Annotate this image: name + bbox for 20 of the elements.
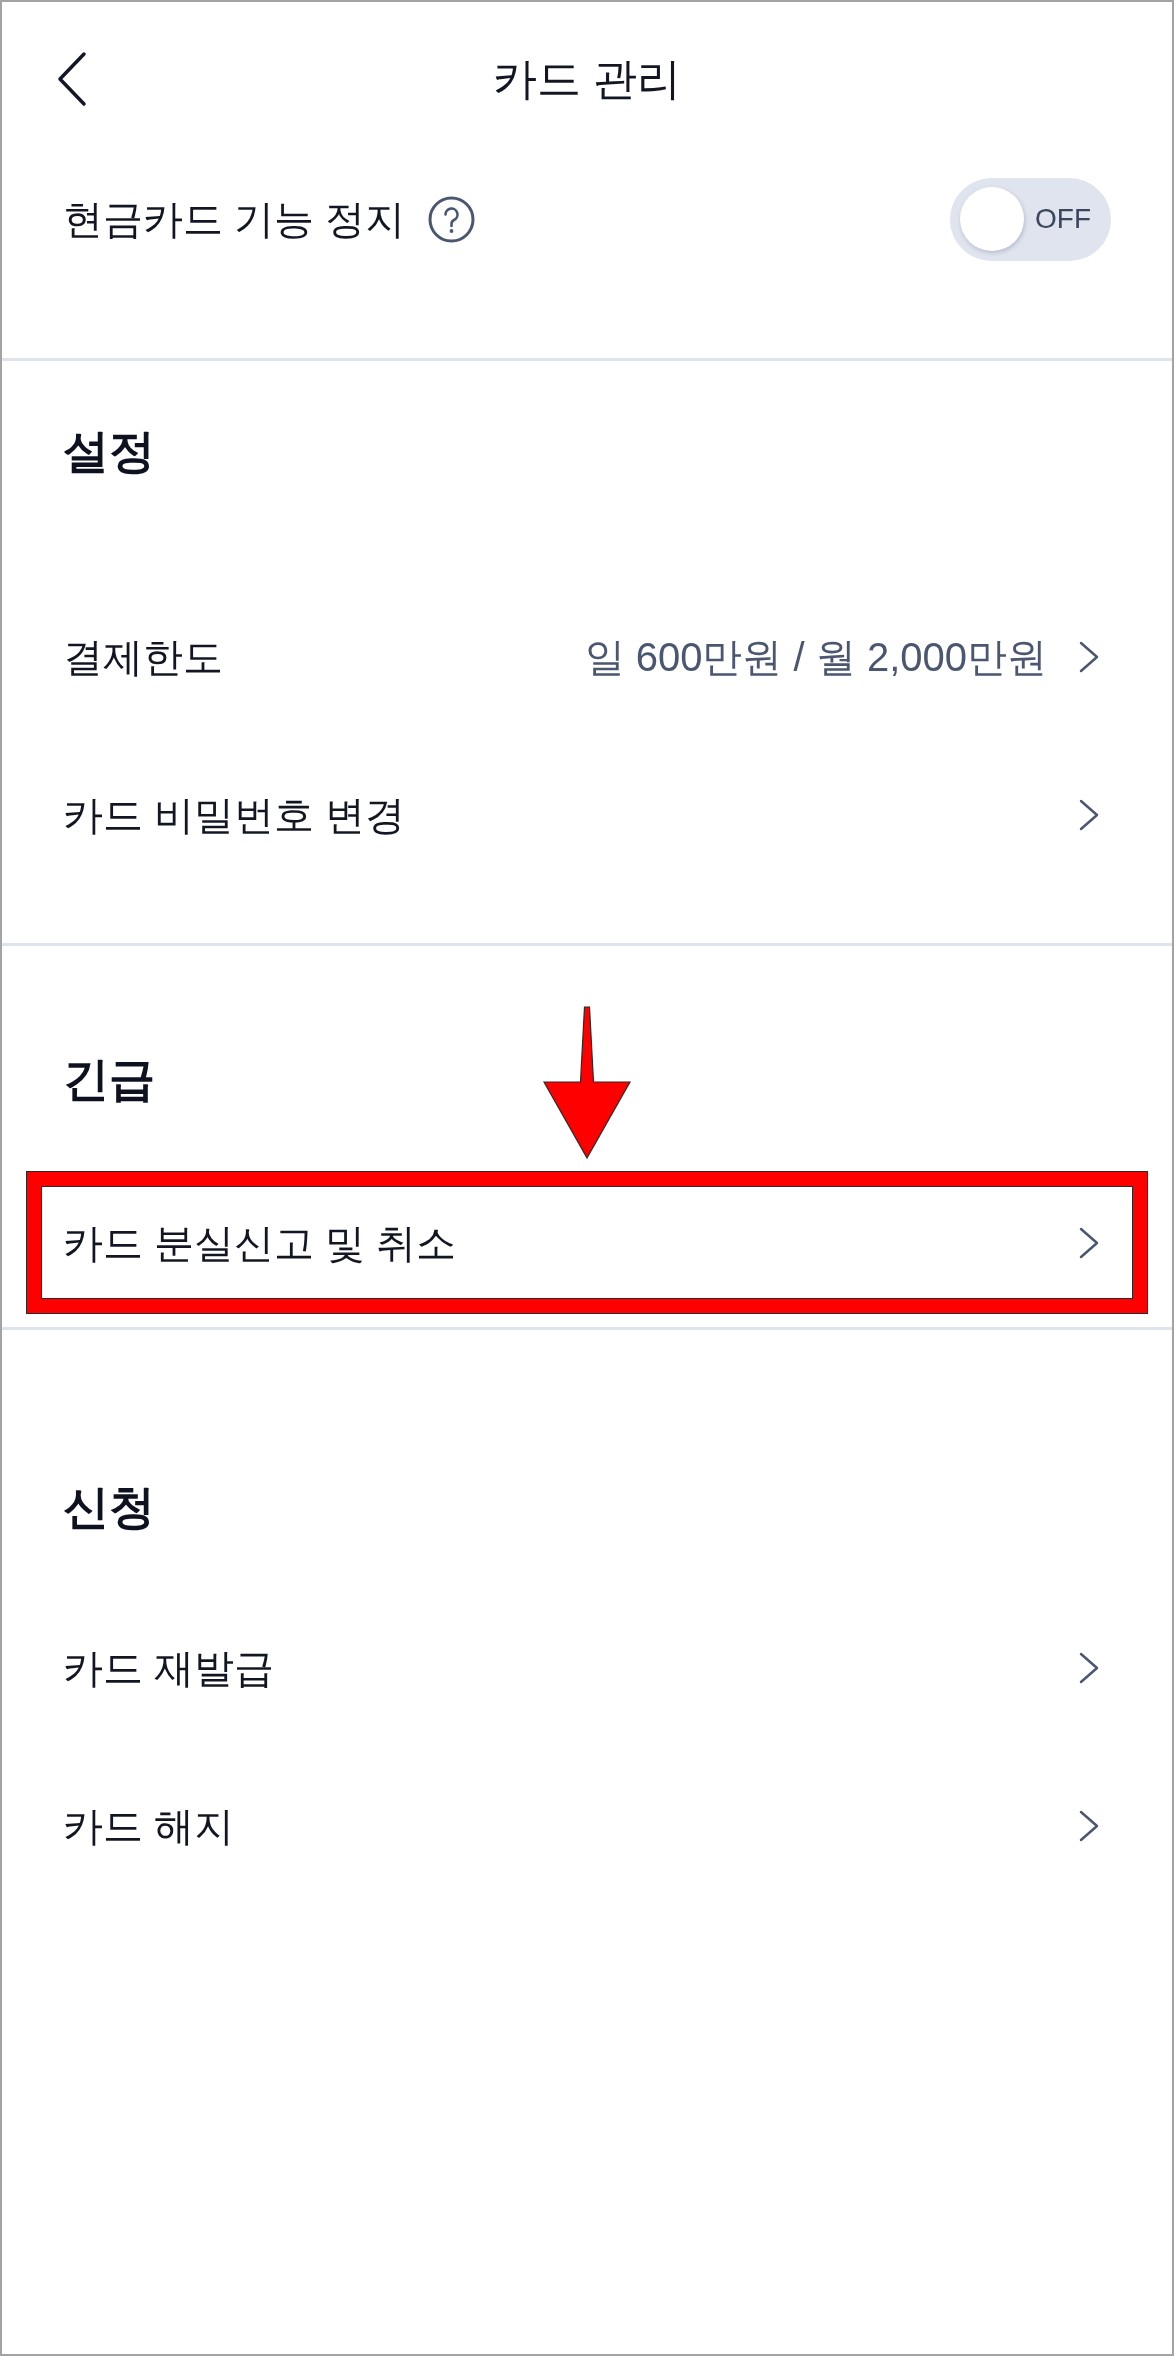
toggle-knob	[960, 187, 1024, 251]
help-icon[interactable]	[428, 195, 476, 243]
chevron-right-icon	[1078, 799, 1100, 831]
item-value: 일 600만원 / 월 2,000만원	[584, 634, 1047, 681]
menu-item[interactable]: 카드 해지	[2, 1747, 1172, 1905]
page-title: 카드 관리	[492, 53, 682, 105]
chevron-right-icon	[1078, 1652, 1100, 1684]
menu-item[interactable]: 결제한도 일 600만원 / 월 2,000만원	[2, 578, 1172, 736]
menu-item[interactable]: 카드 비밀번호 변경	[2, 736, 1172, 894]
menu-item[interactable]: 카드 분실신고 및 취소	[41, 1186, 1133, 1299]
setting-label: 현금카드 기능 정지	[63, 196, 406, 243]
toggle-switch[interactable]: OFF	[950, 177, 1111, 261]
menu-item[interactable]: 카드 재발급	[2, 1589, 1172, 1747]
section-heading: 신청	[62, 1480, 156, 1535]
chevron-right-icon	[1078, 1226, 1100, 1259]
section-heading: 긴급	[62, 1052, 156, 1107]
chevron-right-icon	[1078, 1810, 1100, 1842]
section-heading: 설정	[62, 424, 156, 479]
chevron-right-icon	[1078, 641, 1100, 673]
back-icon[interactable]	[56, 51, 88, 107]
